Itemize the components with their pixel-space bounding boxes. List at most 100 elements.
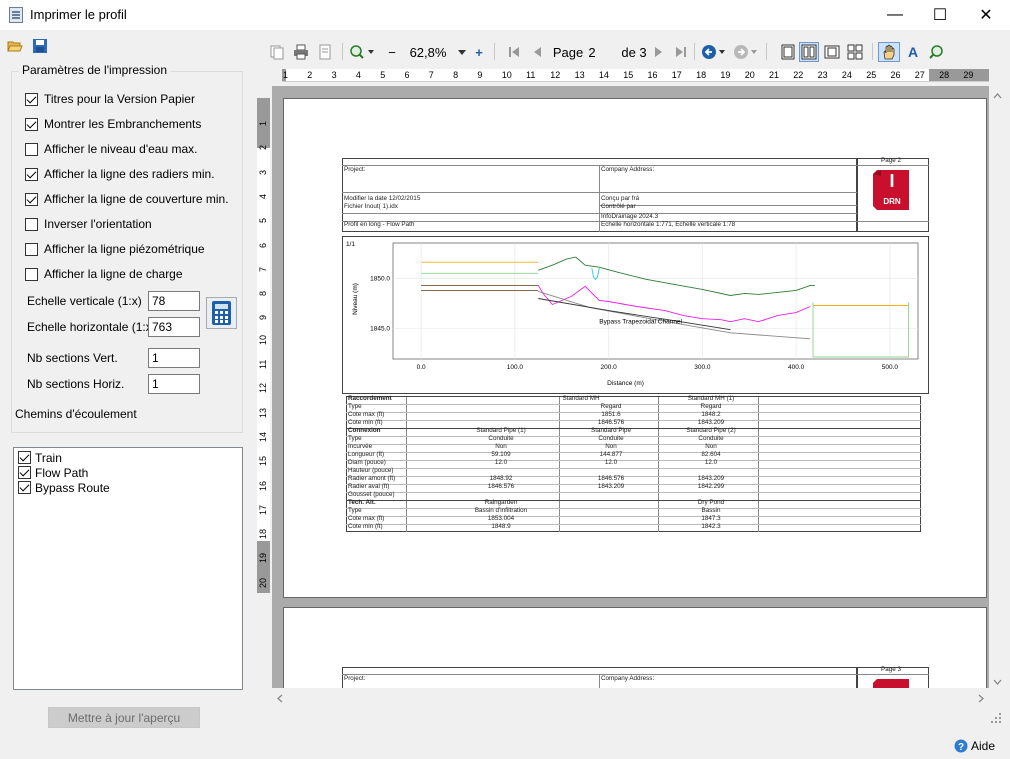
ruler-tick-label: 8 [453, 70, 459, 80]
table-cell: Non [705, 443, 717, 450]
option-checkbox[interactable]: Titres pour la Version Papier [25, 90, 195, 108]
checkbox-unchecked-icon[interactable] [25, 242, 38, 256]
checkbox-checked-icon[interactable] [25, 92, 38, 106]
ruler-tick-label: 9 [258, 315, 268, 321]
table-cell: Conduite [598, 435, 624, 442]
logo-letter: I [889, 171, 895, 191]
scroll-down-icon[interactable] [993, 675, 1002, 685]
table-cell: Conduite [698, 435, 724, 442]
option-checkbox[interactable]: Inverser l'orientation [25, 215, 152, 233]
y-axis-label: Niveau (m) [352, 283, 359, 315]
ruler-tick-label: 20 [744, 70, 755, 80]
table-cell: 1848.9 [491, 523, 511, 530]
ruler-tick-label: 25 [866, 70, 877, 80]
svg-text:?: ? [958, 742, 964, 753]
horizontal-scrollbar[interactable] [272, 688, 989, 705]
checkbox-checked-icon[interactable] [18, 481, 31, 494]
table-cell: 1851.6 [601, 411, 621, 418]
scroll-up-icon[interactable] [993, 90, 1002, 99]
table-cell: Non [495, 443, 507, 450]
open-folder-icon[interactable] [7, 38, 23, 54]
zoom-dropdown-icon[interactable] [455, 42, 469, 62]
table-row-header: Diam (pouce) [348, 459, 386, 466]
resize-grip-icon[interactable] [990, 712, 1002, 724]
separator [342, 43, 343, 60]
hand-tool-icon[interactable] [878, 42, 900, 62]
checkbox-unchecked-icon[interactable] [25, 217, 38, 231]
calculator-icon[interactable] [206, 297, 237, 329]
option-checkbox[interactable]: Afficher le niveau d'eau max. [25, 140, 198, 158]
table-cell: 1846.576 [487, 483, 515, 490]
option-checkbox[interactable]: Montrer les Embranchements [25, 115, 201, 133]
zoom-tool-icon[interactable] [927, 42, 945, 62]
horizontal-sections-input[interactable]: 1 [148, 374, 200, 394]
option-checkbox[interactable]: Afficher la ligne des radiers min. [25, 165, 215, 183]
first-page-icon[interactable] [507, 42, 521, 62]
page-number-input[interactable]: 2 [585, 42, 599, 62]
zoom-value[interactable]: 62,8% [404, 42, 452, 62]
single-page-icon[interactable] [779, 42, 797, 62]
back-arrow-icon[interactable] [700, 42, 728, 62]
checkbox-unchecked-icon[interactable] [25, 142, 38, 156]
ruler-tick-label: 21 [769, 70, 780, 80]
table-cell: 1853.004 [487, 515, 515, 522]
zoom-icon[interactable] [348, 42, 376, 62]
ruler-tick-label: 9 [477, 70, 483, 80]
vertical-scale-input[interactable]: 78 [148, 291, 200, 311]
last-page-icon[interactable] [674, 42, 688, 62]
previous-page-icon[interactable] [530, 42, 544, 62]
vertical-sections-input[interactable]: 1 [148, 348, 200, 368]
app-icon [9, 7, 23, 23]
ruler-tick-label: 8 [258, 291, 268, 297]
ruler-tick-label: 7 [428, 70, 434, 80]
scroll-left-icon[interactable] [276, 692, 285, 703]
option-label: Montrer les Embranchements [44, 117, 202, 131]
copy-icon[interactable] [268, 42, 286, 62]
scale-info: Echelle horizontale 1:771, Echelle verti… [601, 221, 736, 228]
svg-text:A: A [908, 44, 918, 60]
checkbox-checked-icon[interactable] [25, 192, 38, 206]
page-setup-icon[interactable] [316, 42, 334, 62]
scroll-right-icon[interactable] [976, 692, 985, 703]
ruler-tick-label: 18 [258, 529, 268, 540]
vertical-scrollbar[interactable] [989, 86, 1006, 688]
zoom-out-button[interactable]: − [385, 42, 399, 62]
horizontal-scale-input[interactable]: 763 [148, 317, 200, 337]
close-button[interactable]: ✕ [963, 0, 1009, 30]
checkbox-unchecked-icon[interactable] [25, 267, 38, 281]
help-link[interactable]: ? Aide [954, 739, 995, 753]
flow-path-item[interactable]: Train [18, 450, 62, 465]
table-cell: 1848.92 [489, 475, 513, 482]
table-cell: 144.877 [599, 451, 623, 458]
page-width-icon[interactable] [823, 42, 841, 62]
checkbox-checked-icon[interactable] [18, 466, 31, 479]
flow-path-item[interactable]: Flow Path [18, 465, 88, 480]
multi-page-icon[interactable] [846, 42, 864, 62]
window-title: Imprimer le profil [30, 7, 127, 22]
table-cell: 12.0 [704, 459, 718, 466]
update-preview-button[interactable]: Mettre à jour l'aperçu [48, 707, 200, 728]
option-checkbox[interactable]: Afficher la ligne piézométrique [25, 240, 205, 258]
ruler-tick-label: 26 [890, 70, 901, 80]
option-checkbox[interactable]: Afficher la ligne de couverture min. [25, 190, 229, 208]
checkbox-checked-icon[interactable] [18, 451, 31, 464]
chart-corner-label: 1/1 [346, 241, 355, 248]
print-icon[interactable] [292, 42, 310, 62]
flow-paths-list[interactable]: Train Flow Path Bypass Route [13, 447, 243, 690]
maximize-button[interactable]: ☐ [917, 0, 963, 30]
save-icon[interactable] [32, 38, 48, 54]
infodrainage-logo-icon: I DRN [871, 168, 913, 212]
checkbox-checked-icon[interactable] [25, 117, 38, 131]
zoom-in-button[interactable]: + [472, 42, 486, 62]
fit-page-icon[interactable] [799, 42, 819, 62]
print-preview-area[interactable]: Page 2 Project: Company Address: Modifie… [272, 86, 989, 688]
table-row-header: Hauteur (pouce) [348, 467, 394, 474]
flow-path-item[interactable]: Bypass Route [18, 480, 110, 495]
text-select-icon[interactable]: A [905, 42, 923, 62]
option-checkbox[interactable]: Afficher la ligne de charge [25, 265, 183, 283]
ruler-tick-label: 10 [258, 334, 268, 345]
next-page-icon[interactable] [652, 42, 666, 62]
minimize-button[interactable]: — [872, 0, 918, 30]
forward-arrow-icon[interactable] [732, 42, 760, 62]
checkbox-checked-icon[interactable] [25, 167, 38, 181]
